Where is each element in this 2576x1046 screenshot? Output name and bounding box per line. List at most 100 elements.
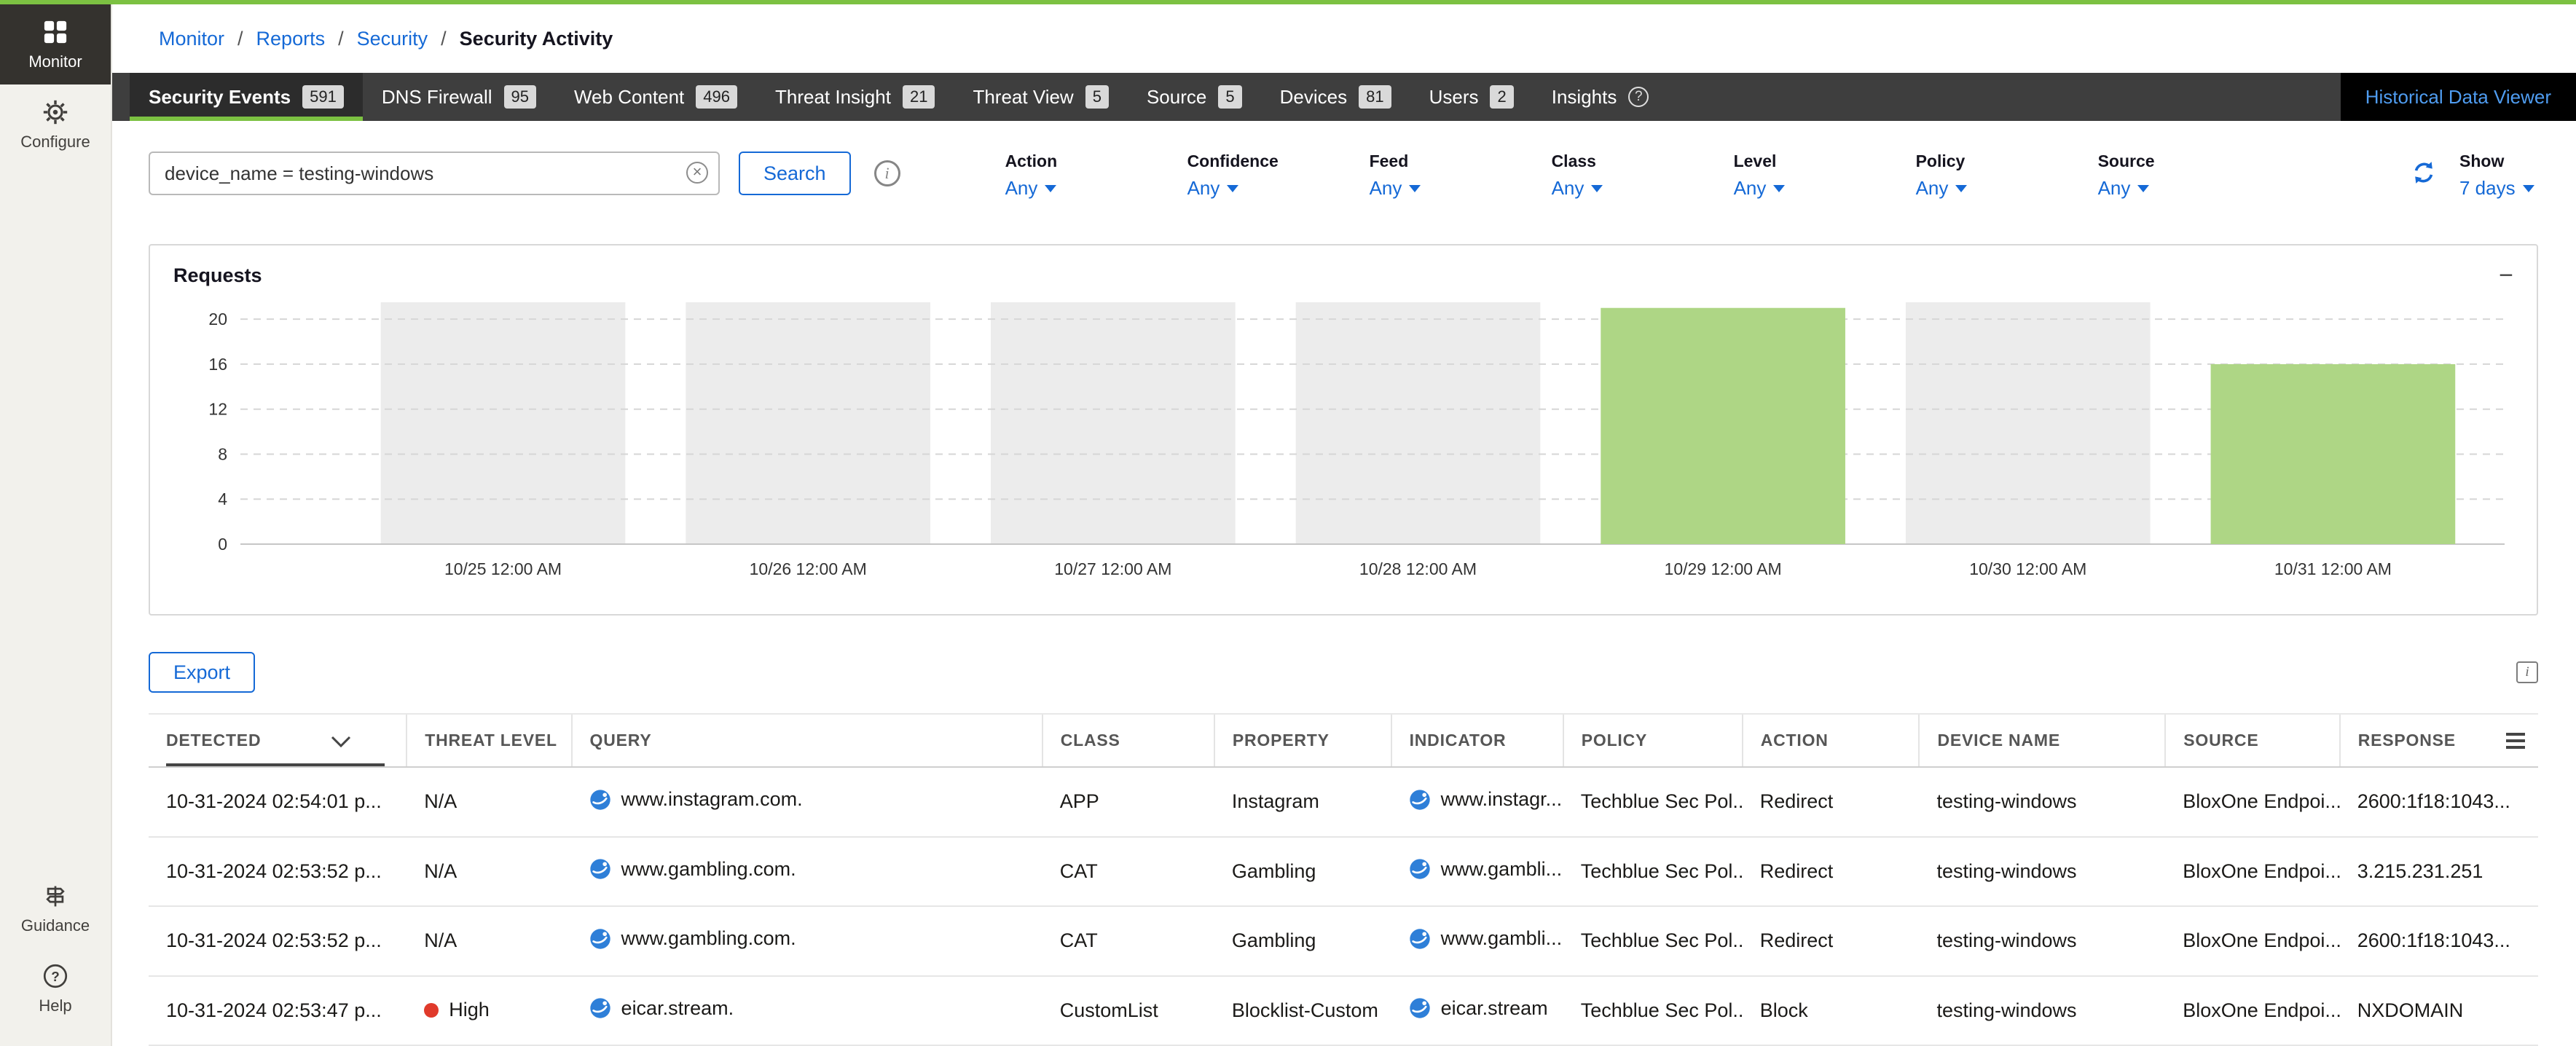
column-header-query[interactable]: QUERY <box>572 714 1042 767</box>
cell-text: BloxOne Endpoi... <box>2183 999 2339 1022</box>
tab-security-events[interactable]: Security Events591 <box>130 73 363 121</box>
cell-class: CustomList <box>1042 976 1214 1046</box>
cell-indicator[interactable]: eicar.stream <box>1391 976 1563 1046</box>
tab-threat-view[interactable]: Threat View5 <box>954 73 1128 121</box>
cell-policy: Techblue Sec Pol... <box>1563 837 1743 907</box>
cell-source: BloxOne Endpoi... <box>2165 837 2339 907</box>
show-range-dropdown[interactable]: 7 days <box>2459 177 2534 200</box>
export-button[interactable]: Export <box>149 652 255 693</box>
historical-data-viewer-link[interactable]: Historical Data Viewer <box>2341 73 2576 121</box>
table-info-icon[interactable]: i <box>2516 661 2538 683</box>
cell-property: Instagram <box>1214 767 1391 837</box>
search-info-icon[interactable]: i <box>874 160 900 186</box>
tab-users[interactable]: Users2 <box>1410 73 1533 121</box>
svg-text:0: 0 <box>218 535 227 554</box>
table-row[interactable]: 10-31-2024 02:53:52 p...N/Awww.gambling.… <box>149 906 2538 976</box>
main-area: Monitor/Reports/Security/Security Activi… <box>112 4 2576 1046</box>
sidebar-item-monitor[interactable]: Monitor <box>0 4 111 84</box>
column-header-source[interactable]: SOURCE <box>2165 714 2339 767</box>
cell-text: NXDOMAIN <box>2357 999 2464 1022</box>
security-activity-page: MonitorConfigure Guidance?Help Monitor/R… <box>0 0 2576 1046</box>
column-header-property[interactable]: PROPERTY <box>1214 714 1391 767</box>
cell-text: testing-windows <box>1936 929 2076 952</box>
column-settings-icon[interactable] <box>2506 733 2525 749</box>
chevron-down-icon <box>1773 185 1785 192</box>
cell-text: 2600:1f18:1043... <box>2357 790 2510 813</box>
filter-level: Level Any <box>1734 152 1916 200</box>
tab-threat-insight[interactable]: Threat Insight21 <box>756 73 954 121</box>
help-icon: ? <box>42 963 68 989</box>
sidebar-item-help[interactable]: ?Help <box>0 948 111 1029</box>
cell-indicator[interactable]: www.gambli... <box>1391 837 1563 907</box>
sort-chevron-icon[interactable] <box>331 736 351 747</box>
column-header-detected[interactable]: DETECTED <box>149 714 407 767</box>
sidebar-item-label: Guidance <box>21 916 90 935</box>
breadcrumb-separator: / <box>441 28 447 50</box>
column-header-action[interactable]: ACTION <box>1743 714 1920 767</box>
sidebar-item-guidance[interactable]: Guidance <box>0 868 111 948</box>
cell-query[interactable]: eicar.stream. <box>572 976 1042 1046</box>
sidebar-item-configure[interactable]: Configure <box>0 84 111 165</box>
svg-text:?: ? <box>51 970 60 985</box>
cell-text: Redirect <box>1760 929 1834 952</box>
column-header-device-name[interactable]: DEVICE NAME <box>1919 714 2165 767</box>
indicator-globe-icon <box>589 858 611 880</box>
svg-text:12: 12 <box>208 400 227 419</box>
filter-confidence-dropdown[interactable]: Any <box>1187 177 1239 200</box>
cell-detected: 10-31-2024 02:53:52 p... <box>149 906 407 976</box>
cell-indicator[interactable]: www.gambli... <box>1391 906 1563 976</box>
breadcrumb-link-security[interactable]: Security <box>357 28 428 50</box>
table-row[interactable]: 10-31-2024 02:54:01 p...N/Awww.instagram… <box>149 767 2538 837</box>
filter-feed-dropdown[interactable]: Any <box>1370 177 1421 200</box>
filter-class-dropdown[interactable]: Any <box>1552 177 1603 200</box>
chevron-down-icon <box>1955 185 1967 192</box>
filter-policy: PolicyAny <box>1916 152 2098 200</box>
breadcrumb-link-reports[interactable]: Reports <box>256 28 326 50</box>
tab-insights[interactable]: Insights? <box>1533 73 1668 121</box>
tab-count-badge: 81 <box>1359 85 1391 109</box>
tab-source[interactable]: Source5 <box>1128 73 1261 121</box>
table-row[interactable]: 10-31-2024 02:53:47 p...Higheicar.stream… <box>149 976 2538 1046</box>
table-row[interactable]: 10-31-2024 02:53:52 p...N/Awww.gambling.… <box>149 837 2538 907</box>
search-field: × <box>149 152 720 195</box>
cell-indicator[interactable]: www.instagr... <box>1391 767 1563 837</box>
chevron-down-icon <box>2523 185 2534 192</box>
search-input[interactable] <box>149 152 720 195</box>
cell-text: APP <box>1060 790 1099 813</box>
tab-dns-firewall[interactable]: DNS Firewall95 <box>363 73 555 121</box>
filter-policy-dropdown[interactable]: Any <box>1916 177 1968 200</box>
refresh-icon[interactable] <box>2410 159 2438 200</box>
cell-query[interactable]: www.gambling.com. <box>572 837 1042 907</box>
clear-search-icon[interactable]: × <box>686 162 708 184</box>
filter-source-dropdown[interactable]: Any <box>2098 177 2150 200</box>
tab-devices[interactable]: Devices81 <box>1261 73 1410 121</box>
indicator-globe-icon <box>589 928 611 950</box>
cell-query[interactable]: www.instagram.com. <box>572 767 1042 837</box>
svg-text:10/28 12:00 AM: 10/28 12:00 AM <box>1359 559 1477 578</box>
filter-action-dropdown[interactable]: Any <box>1005 177 1057 200</box>
breadcrumb-link-monitor[interactable]: Monitor <box>159 28 224 50</box>
column-header-indicator[interactable]: INDICATOR <box>1391 714 1563 767</box>
tab-label: Users <box>1429 86 1479 109</box>
cell-text: testing-windows <box>1936 790 2076 813</box>
chevron-down-icon <box>1045 185 1056 192</box>
column-header-class[interactable]: CLASS <box>1042 714 1214 767</box>
cell-text: Instagram <box>1232 790 1319 813</box>
search-button[interactable]: Search <box>739 152 851 195</box>
filter-source: SourceAny <box>2098 152 2280 200</box>
column-header-response[interactable]: RESPONSE <box>2340 714 2538 767</box>
cell-text: Techblue Sec Pol... <box>1581 860 1743 883</box>
filter-label: Level <box>1734 152 1916 171</box>
tab-web-content[interactable]: Web Content496 <box>555 73 756 121</box>
requests-panel: Requests − 04812162010/25 12:00 AM10/26 … <box>149 244 2538 616</box>
filter-level-dropdown[interactable]: Any <box>1734 177 1786 200</box>
cell-policy: Techblue Sec Pol... <box>1563 906 1743 976</box>
column-header-threat-level[interactable]: THREAT LEVEL <box>407 714 571 767</box>
column-header-policy[interactable]: POLICY <box>1563 714 1743 767</box>
cell-text: Blocklist-Custom <box>1232 999 1378 1022</box>
collapse-panel-button[interactable]: − <box>2499 263 2513 288</box>
cell-text: BloxOne Endpoi... <box>2183 790 2339 813</box>
help-circle-icon[interactable]: ? <box>1628 87 1649 107</box>
cell-text: CAT <box>1060 929 1098 952</box>
cell-query[interactable]: www.gambling.com. <box>572 906 1042 976</box>
